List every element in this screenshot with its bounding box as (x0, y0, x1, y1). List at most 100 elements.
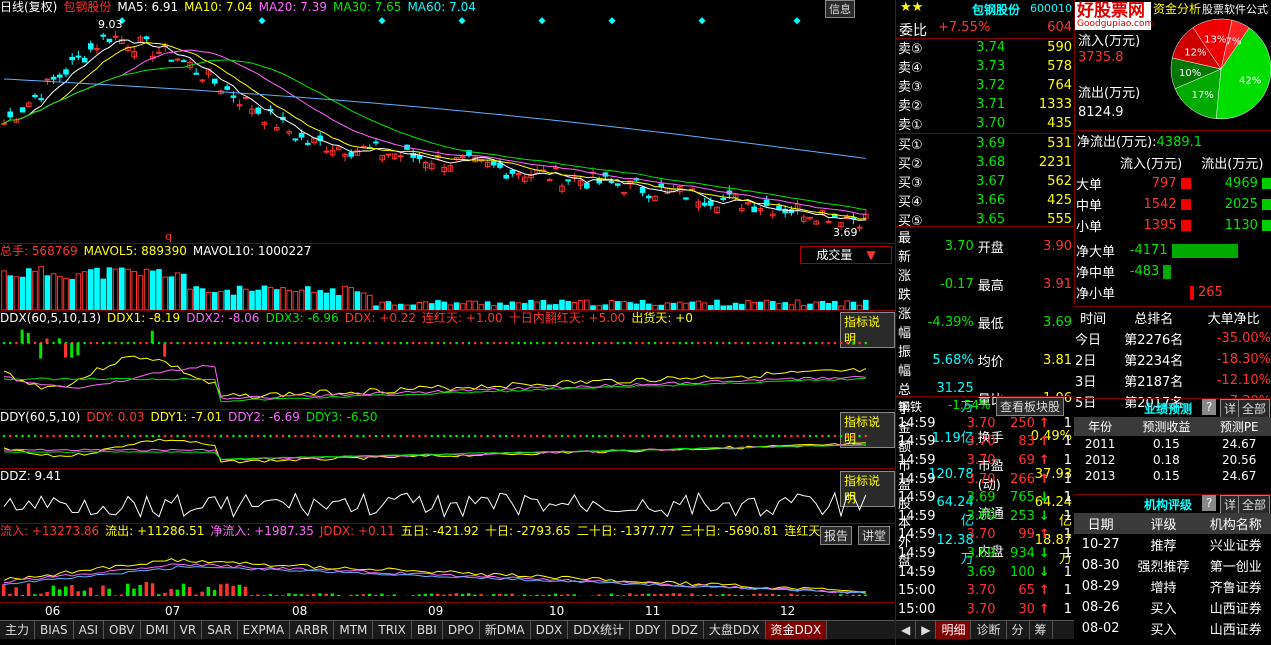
indicator-tab-10[interactable]: TRIX (373, 621, 412, 639)
forecast-cell: 2013 (1084, 469, 1116, 483)
stat-row[interactable]: 涨幅 -4.39% 最低 3.69 (896, 303, 1074, 341)
indicator-tab-15[interactable]: DDX统计 (568, 621, 630, 639)
ddx-dot (380, 341, 384, 345)
fund-panel[interactable]: 流入: +13273.86 流出: +11286.51 净流入: +1987.35 J… (0, 524, 895, 603)
indicator-tab-11[interactable]: BBI (412, 621, 443, 639)
stat-row[interactable]: 最新 3.70 开盘 3.90 (896, 227, 1074, 265)
trade-tab-0[interactable]: 明细 (936, 621, 972, 639)
net-label: 净小单 (1076, 287, 1116, 302)
net-row[interactable]: 净中单 -483 (1075, 261, 1271, 282)
ddy-panel[interactable]: DDY(60,5,10) DDY: 0.03 DDY1: -7.01 DDY2: -6… (0, 410, 895, 469)
volume-bar (577, 300, 584, 310)
trade-row[interactable]: 14:59 3.70 266 ↑ 1 (896, 470, 1074, 489)
rating-detail-button[interactable]: 详 (1220, 495, 1241, 514)
indicator-tab-9[interactable]: MTM (334, 621, 374, 639)
bid-row[interactable]: 买① 3.69 531 (896, 134, 1074, 153)
indicator-tab-16[interactable]: DDY (630, 621, 667, 639)
indicator-tab-5[interactable]: VR (175, 621, 203, 639)
ddx-dot (765, 341, 768, 345)
volume-bar (670, 302, 677, 310)
trade-row[interactable]: 15:00 3.70 30 ↑ 1 (896, 600, 1074, 619)
trade-row[interactable]: 14:59 3.70 99 ↑ 1 (896, 526, 1074, 545)
volume-dropdown[interactable]: 成交量 ▼ (800, 246, 892, 264)
flow-row[interactable]: 小单 1395 1130 (1075, 215, 1271, 236)
indicator-tab-0[interactable]: 主力 (0, 621, 36, 639)
indicator-tab-12[interactable]: DPO (443, 621, 480, 639)
indicator-tab-19[interactable]: 资金DDX (765, 621, 828, 639)
trade-row[interactable]: 14:59 3.70 250 ↑ 1 (896, 414, 1074, 433)
trade-row[interactable]: 14:59 3.69 765 ↓ 1 (896, 488, 1074, 507)
indicator-tab-1[interactable]: BIAS (35, 621, 74, 639)
fund-bar (665, 593, 669, 596)
rating-row[interactable]: 08-02 买入 山西证券 (1074, 618, 1271, 639)
trade-row[interactable]: 15:00 3.70 65 ↑ 1 (896, 581, 1074, 600)
flow-header[interactable]: 流入(万元) 流出(万元) (1075, 152, 1271, 173)
indicator-tab-7[interactable]: EXPMA (238, 621, 291, 639)
rank-header-row[interactable]: 时间 总排名 大单净比 (1074, 307, 1271, 329)
ask-row[interactable]: 卖④ 3.73 578 (896, 57, 1074, 76)
rating-help-button[interactable]: ? (1202, 495, 1217, 511)
indicator-tab-3[interactable]: OBV (104, 621, 141, 639)
kline-panel[interactable]: 日线(复权) 包钢股份 MA5: 6.91 MA10: 7.04 MA20: 7.39 M… (0, 0, 895, 244)
forecast-row[interactable]: 2013 0.15 24.67 (1074, 468, 1271, 484)
scroll-right-icon[interactable]: ▶ (916, 621, 937, 639)
forecast-header-row[interactable]: 年份 预测收益 预测PE (1074, 417, 1271, 436)
indicator-tab-6[interactable]: SAR (202, 621, 238, 639)
scroll-left-icon[interactable]: ◀ (896, 621, 917, 639)
net-row[interactable]: 净大单 -4171 (1075, 240, 1271, 261)
flow-row[interactable]: 中单 1542 2025 (1075, 194, 1271, 215)
ask-row[interactable]: 卖③ 3.72 764 (896, 76, 1074, 95)
ddx-panel[interactable]: DDX(60,5,10,13) DDX1: -8.19 DDX2: -8.06 DDX… (0, 311, 895, 410)
trade-tab-2[interactable]: 分 (1007, 621, 1030, 639)
rating-header-row[interactable]: 日期 评级 机构名称 (1074, 513, 1271, 534)
ask-row[interactable]: 卖① 3.70 435 (896, 114, 1074, 133)
level-label: 卖① (898, 118, 923, 133)
trade-row[interactable]: 14:59 3.70 83 ↑ 1 (896, 433, 1074, 452)
net-row[interactable]: 净小单 265 (1075, 282, 1271, 303)
forecast-help-button[interactable]: ? (1202, 399, 1217, 415)
ddz-panel[interactable]: DDZ: 9.41 指标说明 (0, 469, 895, 524)
ddy-dot (771, 434, 775, 438)
indicator-tab-2[interactable]: ASI (74, 621, 104, 639)
rank-row[interactable]: 3日 第2187名 -12.10% (1074, 370, 1271, 391)
forecast-all-button[interactable]: 全部 (1238, 399, 1271, 418)
trade-row[interactable]: 14:59 3.69 934 ↓ 1 (896, 544, 1074, 563)
bid-row[interactable]: 买④ 3.66 425 (896, 191, 1074, 210)
stat-row[interactable]: 振幅 5.68% 均价 3.81 (896, 341, 1074, 379)
trade-tab-3[interactable]: 筹 (1030, 621, 1053, 639)
forecast-detail-button[interactable]: 详 (1220, 399, 1241, 418)
forecast-row[interactable]: 2011 0.15 24.67 (1074, 436, 1271, 452)
trade-tab-1[interactable]: 诊断 (971, 621, 1007, 639)
rank-row[interactable]: 今日 第2276名 -35.00% (1074, 328, 1271, 349)
indicator-tab-14[interactable]: DDX (531, 621, 569, 639)
flow-row[interactable]: 大单 797 4969 (1075, 173, 1271, 194)
indicator-tab-4[interactable]: DMI (141, 621, 175, 639)
rank-row[interactable]: 2日 第2234名 -18.30% (1074, 349, 1271, 370)
ddy-dot (399, 434, 403, 438)
bid-row[interactable]: 买③ 3.67 562 (896, 172, 1074, 191)
ddy-dot (480, 434, 483, 438)
rating-row[interactable]: 10-27 推荐 兴业证券 (1074, 534, 1271, 555)
volume-panel[interactable]: 总手: 568769 MAVOL5: 889390 MAVOL10: 1000227… (0, 244, 895, 311)
ddy-dot (492, 434, 496, 438)
candle-body (7, 111, 13, 118)
ask-row[interactable]: 卖② 3.71 1333 (896, 95, 1074, 114)
indicator-tab-18[interactable]: 大盘DDX (704, 621, 766, 639)
trade-row[interactable]: 14:59 3.69 100 ↓ 1 (896, 563, 1074, 582)
rating-row[interactable]: 08-30 强烈推荐 第一创业 (1074, 555, 1271, 576)
arrow-down-icon: ↓ (1038, 564, 1050, 580)
bid-row[interactable]: 买② 3.68 2231 (896, 153, 1074, 172)
rating-row[interactable]: 08-26 买入 山西证券 (1074, 597, 1271, 618)
indicator-tab-17[interactable]: DDZ (666, 621, 704, 639)
indicator-tab-8[interactable]: ARBR (290, 621, 335, 639)
indicator-tab-13[interactable]: 新DMA (480, 621, 531, 639)
candle-body (515, 173, 522, 176)
trade-row[interactable]: 14:59 3.70 69 ↑ 1 (896, 451, 1074, 470)
rating-all-button[interactable]: 全部 (1238, 495, 1271, 514)
ask-row[interactable]: 卖⑤ 3.74 590 (896, 38, 1074, 57)
trade-row[interactable]: 14:59 3.69 253 ↓ 1 (896, 507, 1074, 526)
rating-row[interactable]: 08-29 增持 齐鲁证券 (1074, 576, 1271, 597)
ddy-dot (194, 434, 198, 438)
forecast-row[interactable]: 2012 0.18 20.56 (1074, 452, 1271, 468)
stat-row[interactable]: 涨跌 -0.17 最高 3.91 (896, 265, 1074, 303)
